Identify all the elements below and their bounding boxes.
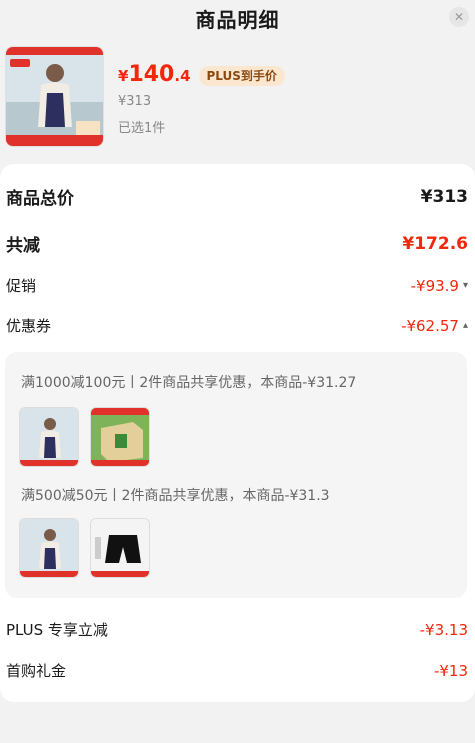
price-integer: 140 [128,62,175,87]
row-total: 商品总价 ¥313 [6,184,468,210]
coupon-value-wrap[interactable]: -¥62.57 ▴ [401,317,468,335]
selected-count: 已选1件 [118,121,166,136]
header: 商品明细 ✕ [0,0,475,36]
row-coupon[interactable]: 优惠券 -¥62.57 ▴ [6,315,468,336]
product-thumb-swimsuit[interactable] [19,518,79,578]
coupon-label: 优惠券 [6,317,52,335]
product-thumb-shorts[interactable] [90,518,150,578]
first-purchase-label: 首购礼金 [6,662,67,680]
product-thumb-gift-box[interactable] [90,407,150,467]
price-currency: ¥ [118,67,129,85]
reduce-value: ¥172.6 [402,233,468,254]
row-first-purchase: 首购礼金 -¥13 [6,660,468,681]
chevron-down-icon: ▾ [462,280,468,291]
reduce-label: 共减 [6,236,40,256]
coupon-value: -¥62.57 [401,316,459,335]
close-icon[interactable]: ✕ [449,7,469,27]
first-purchase-value: -¥13 [433,661,468,680]
coupon-2-products [19,518,150,578]
promo-value: -¥93.9 [410,276,459,295]
row-reduce: 共减 ¥172.6 [6,231,468,257]
price-row: ¥ 140 .4 PLUS到手价 [118,62,285,90]
price-decimal: .4 [174,67,191,85]
page-title: 商品明细 [195,8,280,32]
product-image [5,46,104,147]
total-label: 商品总价 [6,189,74,209]
promo-label: 促销 [6,277,37,295]
row-promo[interactable]: 促销 -¥93.9 ▾ [6,275,468,296]
product-thumb-swimsuit[interactable] [19,407,79,467]
original-price: ¥313 [118,94,152,109]
plus-discount-value: -¥3.13 [419,620,468,639]
plus-price-badge: PLUS到手价 [198,66,285,86]
coupon-rule-2: 满500减50元丨2件商品共享优惠，本商品-¥31.3 [21,488,330,504]
coupon-1-products [19,407,150,467]
chevron-up-icon: ▴ [462,320,468,331]
promo-value-wrap[interactable]: -¥93.9 ▾ [411,277,468,295]
total-value: ¥313 [420,186,468,207]
coupon-rule-1: 满1000减100元丨2件商品共享优惠，本商品-¥31.27 [21,375,357,391]
product-summary: ¥ 140 .4 PLUS到手价 ¥313 已选1件 [0,44,475,154]
coupon-details: 满1000减100元丨2件商品共享优惠，本商品-¥31.27 满500减50元丨… [5,352,467,598]
plus-discount-label: PLUS 专享立减 [6,621,108,639]
detail-card: 商品总价 ¥313 共减 ¥172.6 促销 -¥93.9 ▾ 优惠券 -¥62… [0,164,475,702]
row-plus-discount: PLUS 专享立减 -¥3.13 [6,619,468,640]
